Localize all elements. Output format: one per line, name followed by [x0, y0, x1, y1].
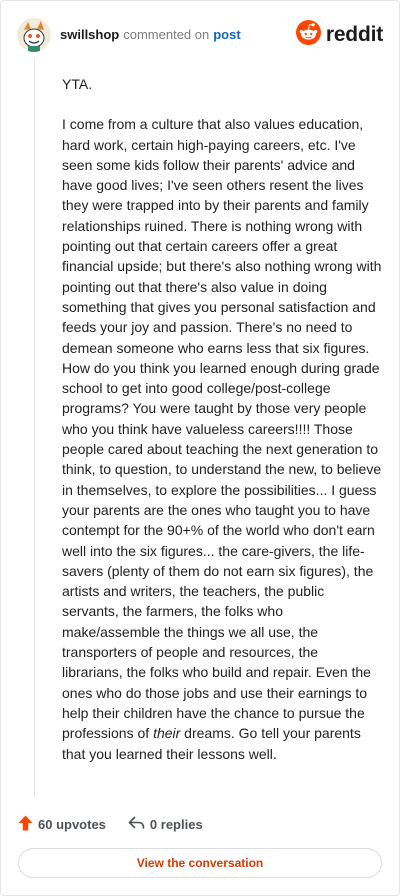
comment-paragraph: I come from a culture that also values e…: [62, 114, 382, 764]
comment-text: I come from a culture that also values e…: [62, 116, 382, 742]
user-avatar[interactable]: [17, 18, 51, 52]
username[interactable]: swillshop: [60, 27, 119, 42]
view-conversation-button[interactable]: View the conversation: [18, 848, 382, 878]
action-text: commented on: [123, 27, 210, 42]
comment-meta: swillshop commented on post: [60, 27, 241, 43]
upvote-count: 60 upvotes: [38, 816, 106, 832]
comment-footer: 60 upvotes 0 replies: [18, 813, 203, 835]
reply-arrow-icon: [128, 816, 150, 833]
upvote-action[interactable]: 60 upvotes: [18, 815, 106, 834]
brand-wordmark: reddit: [325, 23, 383, 46]
thread-line: [34, 57, 35, 797]
upvote-arrow-icon: [18, 815, 38, 834]
reddit-brand[interactable]: reddit: [295, 20, 383, 50]
comment-body: YTA. I come from a culture that also val…: [62, 74, 382, 784]
comment-paragraph: YTA.: [62, 76, 93, 92]
post-link[interactable]: post: [213, 27, 240, 42]
reply-action[interactable]: 0 replies: [128, 816, 203, 833]
reddit-logo-icon: [295, 20, 321, 50]
comment-emphasis: their: [153, 725, 181, 742]
comment-header: swillshop commented on post reddit: [17, 15, 383, 55]
reply-count: 0 replies: [149, 816, 203, 832]
comment-card: swillshop commented on post reddit YTA. …: [0, 0, 400, 896]
